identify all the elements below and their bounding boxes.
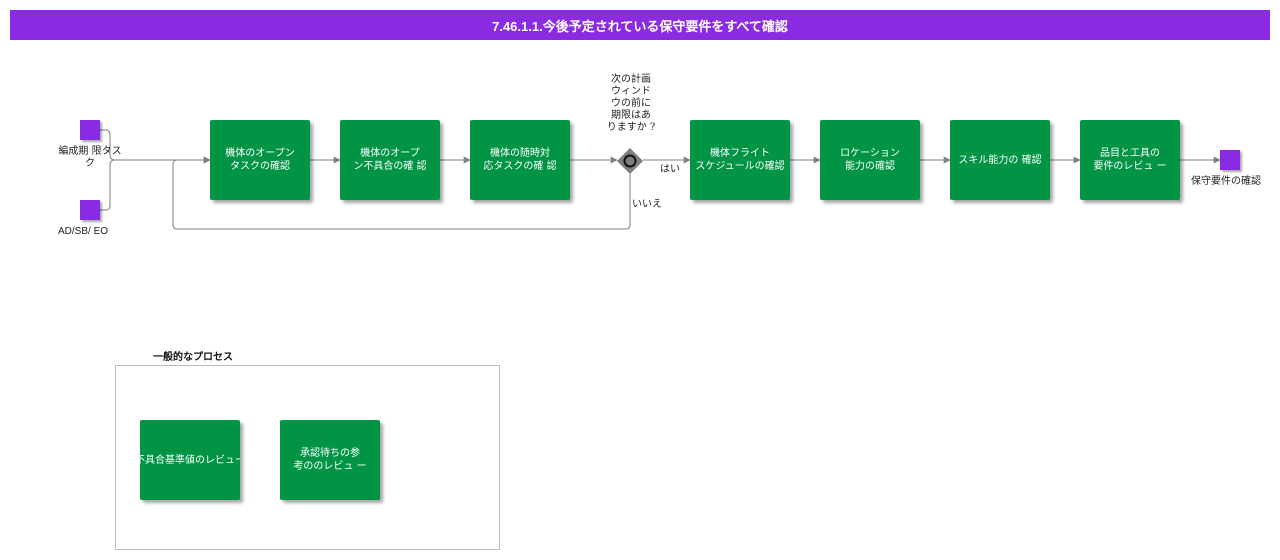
task-adhoc-tasks[interactable]: 機体の随時対 応タスクの確 認	[470, 120, 570, 200]
task-pending-reference-review-label: 承認待ちの参 考ののレビュ ー	[293, 448, 367, 472]
task-adhoc-tasks-label: 機体の随時対 応タスクの確 認	[483, 148, 557, 172]
task-pending-reference-review[interactable]: 承認待ちの参 考ののレビュ ー	[280, 420, 380, 500]
general-process-title: 一般的なプロセス	[153, 352, 233, 363]
input-node-ad-sb-eo[interactable]	[80, 200, 100, 220]
task-open-tasks[interactable]: 機体のオープン タスクの確認	[210, 120, 310, 200]
task-location-capability[interactable]: ロケーション 能力の確認	[820, 120, 920, 200]
task-parts-tools-review-label: 品目と工具の 要件のレビュ ー	[1093, 148, 1167, 172]
task-skill-capability-label: スキル能力の 確認	[958, 154, 1042, 166]
task-parts-tools-review[interactable]: 品目と工具の 要件のレビュ ー	[1080, 120, 1180, 200]
output-label: 保守要件の確認	[1191, 176, 1261, 187]
task-location-capability-label: ロケーション 能力の確認	[840, 148, 900, 172]
task-open-defects[interactable]: 機体のオープ ン不具合の確 認	[340, 120, 440, 200]
task-defect-threshold-review-label: 不具合基準値のレビュー	[140, 454, 240, 466]
gateway-yes-label: はい	[660, 164, 680, 175]
input-node-unit-limit-task[interactable]	[80, 120, 100, 140]
task-open-defects-label: 機体のオープ ン不具合の確 認	[353, 148, 427, 172]
decision-gateway[interactable]	[617, 148, 643, 174]
task-skill-capability[interactable]: スキル能力の 確認	[950, 120, 1050, 200]
input-label-ad-sb-eo: AD/SB/ EO	[58, 226, 109, 237]
task-flight-schedule-label: 機体フライト スケジュールの確認	[695, 148, 785, 172]
input-label-unit-limit-task: 編成期 限タスク	[58, 146, 122, 169]
task-defect-threshold-review[interactable]: 不具合基準値のレビュー	[140, 420, 240, 500]
task-open-tasks-label: 機体のオープン タスクの確認	[225, 148, 295, 172]
gateway-no-label: いいえ	[632, 199, 662, 210]
gateway-question: 次の計画 ウィンド ウの前に 期限はあ りますか ?	[606, 74, 656, 133]
output-node-maintenance-requirements[interactable]	[1220, 150, 1240, 170]
task-flight-schedule[interactable]: 機体フライト スケジュールの確認	[690, 120, 790, 200]
